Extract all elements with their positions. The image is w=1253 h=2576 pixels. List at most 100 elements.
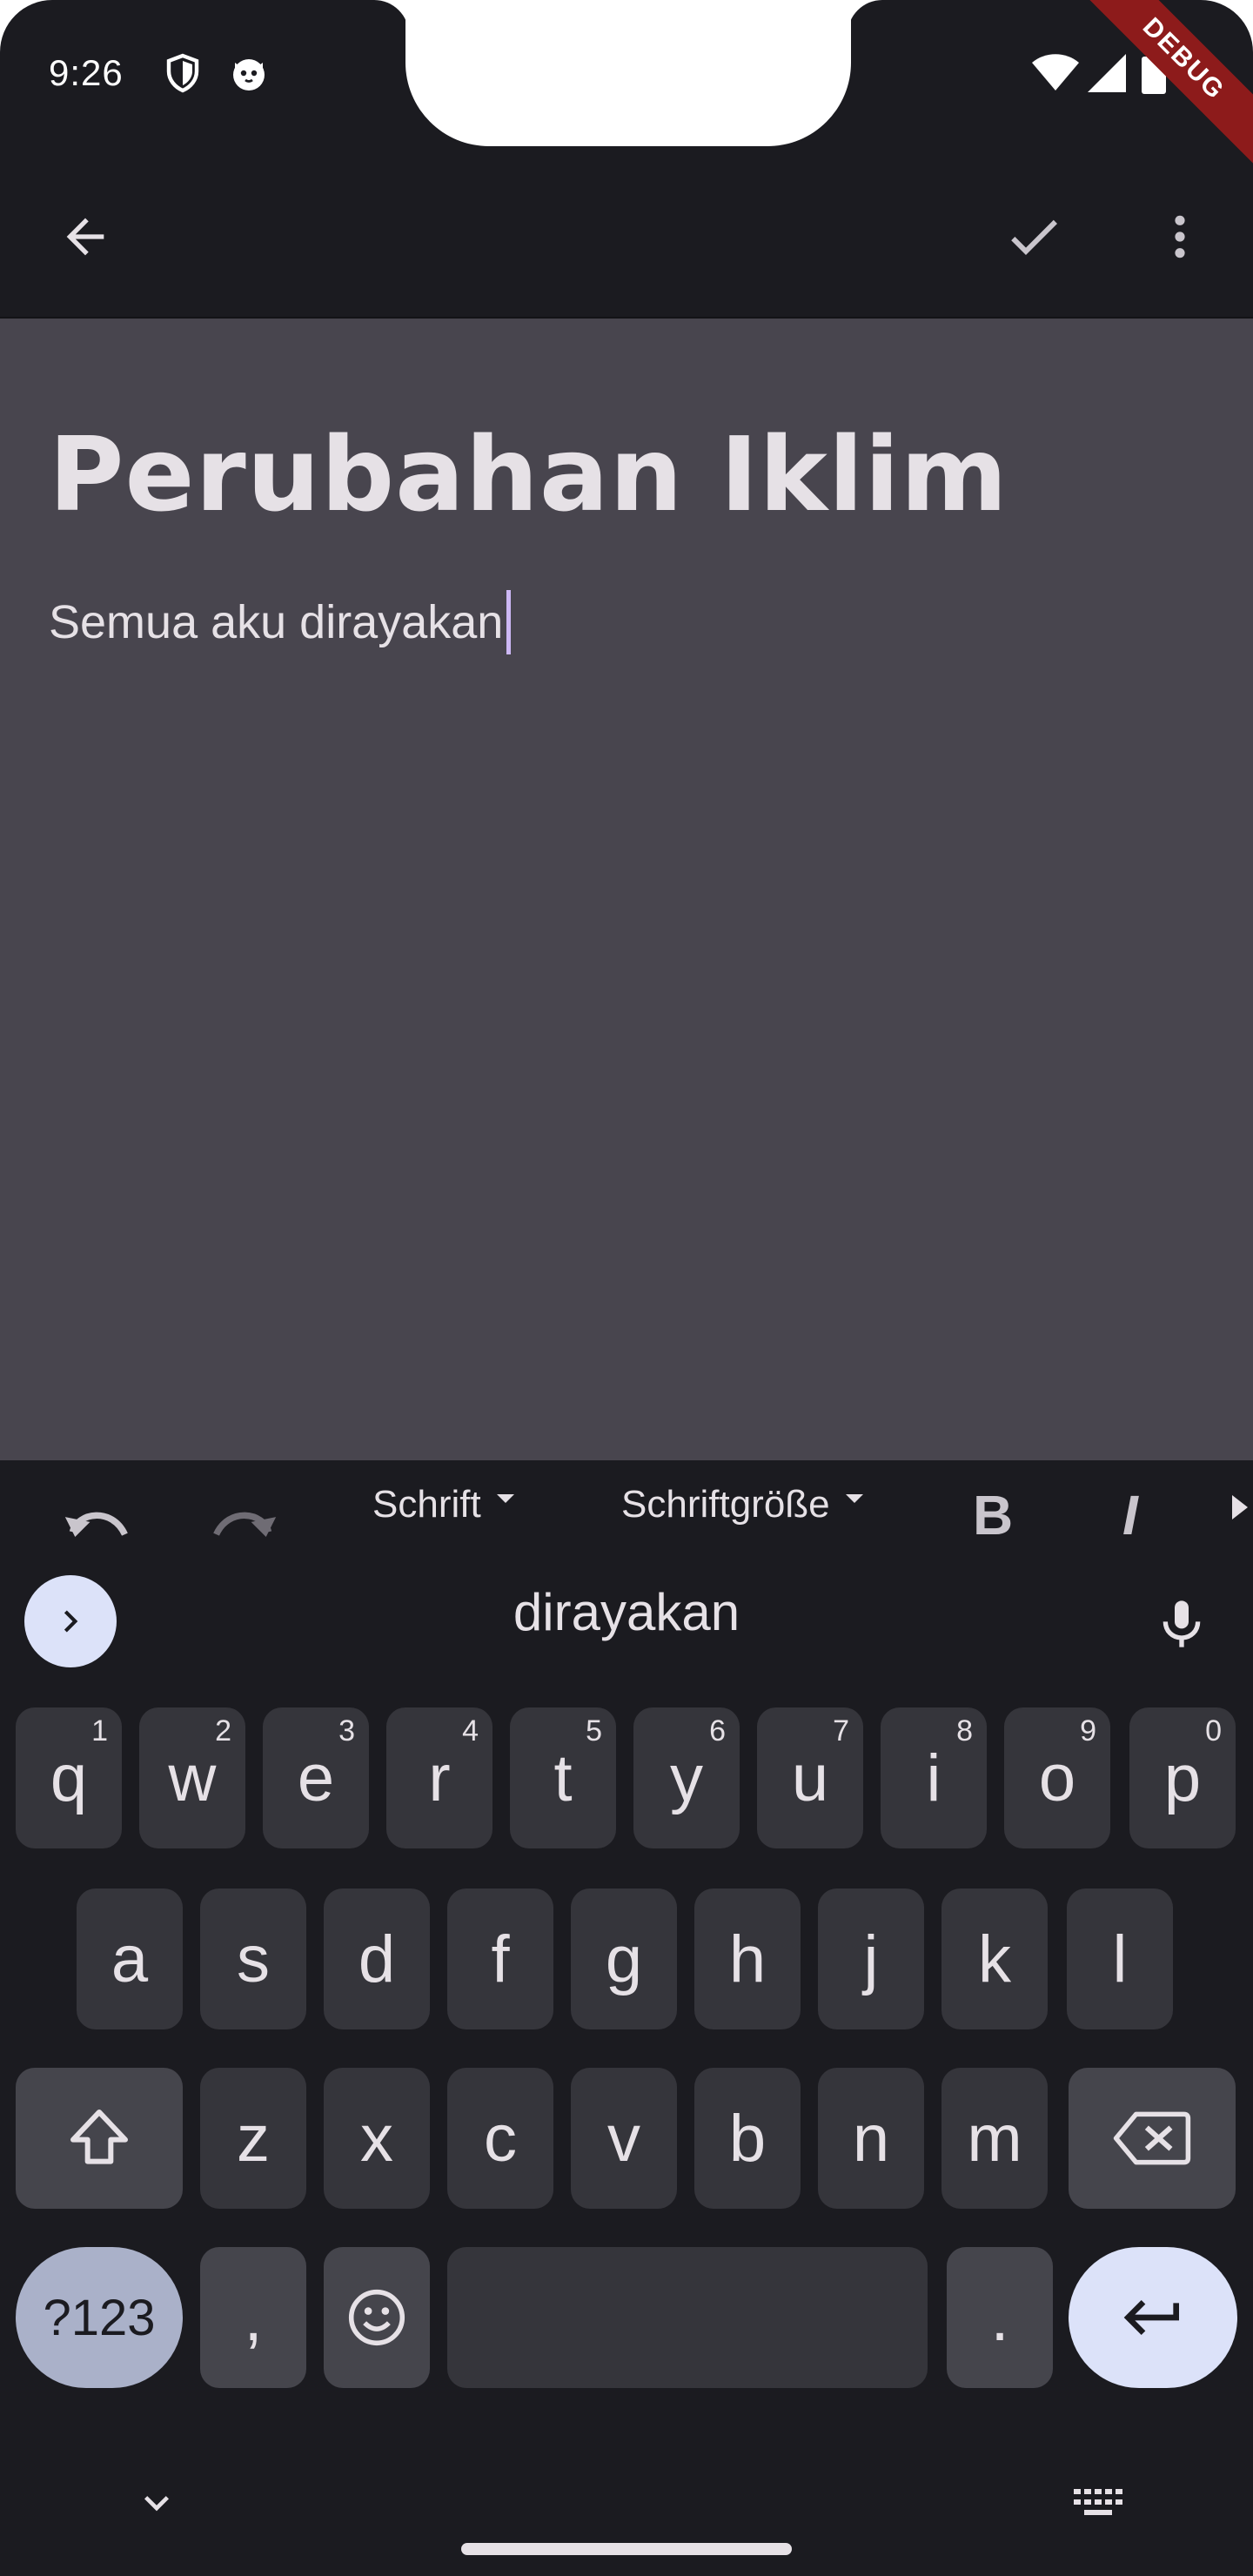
key-m[interactable]: m xyxy=(941,2068,1048,2209)
status-time: 9:26 xyxy=(49,52,124,93)
enter-key[interactable] xyxy=(1069,2247,1237,2388)
period-key[interactable]: . xyxy=(947,2247,1053,2388)
key-label: w xyxy=(168,1741,217,1815)
chevron-right-icon xyxy=(64,1610,78,1633)
key-label: e xyxy=(297,1741,335,1815)
key-hint: 7 xyxy=(833,1714,849,1748)
note-editor[interactable]: Perubahan Iklim Semua aku dirayakan xyxy=(0,319,1253,1460)
key-label: y xyxy=(670,1741,703,1815)
key-o[interactable]: o9 xyxy=(1004,1707,1110,1848)
key-e[interactable]: e3 xyxy=(263,1707,369,1848)
font-size-dropdown[interactable]: Schriftgröße xyxy=(621,1483,863,1526)
dropdown-arrow-icon xyxy=(496,1494,514,1503)
back-button[interactable] xyxy=(40,191,131,282)
notch-edge xyxy=(374,0,409,35)
more-options-button[interactable] xyxy=(1135,191,1225,282)
screen-corner xyxy=(1201,0,1253,52)
key-k[interactable]: k xyxy=(941,1888,1048,2029)
wifi-icon xyxy=(1032,54,1079,91)
text-caret xyxy=(506,590,512,654)
keyboard-nav-bar xyxy=(0,2437,1253,2576)
key-hint: 2 xyxy=(215,1714,231,1748)
toolbar-scroll-right-icon[interactable] xyxy=(1232,1495,1248,1519)
key-c[interactable]: c xyxy=(447,2068,553,2209)
key-y[interactable]: y6 xyxy=(633,1707,740,1848)
key-hint: 6 xyxy=(709,1714,726,1748)
emoji-smile-icon xyxy=(348,2289,405,2346)
bold-button[interactable]: B xyxy=(973,1483,1013,1547)
note-body-field[interactable]: Semua aku dirayakan xyxy=(49,590,512,654)
symbols-key[interactable]: ?123 xyxy=(16,2247,183,2388)
key-hint: 0 xyxy=(1205,1714,1222,1748)
key-b[interactable]: b xyxy=(694,2068,801,2209)
key-label: o xyxy=(1038,1741,1076,1815)
more-vert-icon xyxy=(1175,215,1185,258)
key-x[interactable]: x xyxy=(324,2068,430,2209)
undo-button[interactable] xyxy=(63,1495,132,1544)
key-label: i xyxy=(926,1741,941,1815)
voice-input-button[interactable] xyxy=(1140,1582,1223,1666)
backspace-key[interactable] xyxy=(1069,2068,1236,2209)
font-size-dropdown-label: Schriftgröße xyxy=(621,1483,830,1526)
space-key[interactable] xyxy=(447,2247,928,2388)
switch-keyboard-button[interactable] xyxy=(1070,2477,1126,2529)
key-hint: 8 xyxy=(956,1714,973,1748)
keyboard-tools-toggle[interactable] xyxy=(24,1575,117,1667)
font-dropdown-label: Schrift xyxy=(372,1483,481,1526)
note-body-text: Semua aku dirayakan xyxy=(49,596,504,648)
redo-icon xyxy=(213,1512,277,1537)
font-dropdown[interactable]: Schrift xyxy=(372,1483,514,1526)
key-u[interactable]: u7 xyxy=(757,1707,863,1848)
note-title[interactable]: Perubahan Iklim xyxy=(49,414,1008,534)
key-i[interactable]: i8 xyxy=(881,1707,987,1848)
shift-key[interactable] xyxy=(16,2068,183,2209)
key-label: q xyxy=(50,1741,88,1815)
key-label: r xyxy=(428,1741,451,1815)
key-a[interactable]: a xyxy=(77,1888,183,2029)
key-hint: 5 xyxy=(586,1714,602,1748)
key-q[interactable]: q1 xyxy=(16,1707,122,1848)
key-l[interactable]: l xyxy=(1067,1888,1173,2029)
app-bar xyxy=(0,157,1253,319)
check-icon xyxy=(1011,219,1057,255)
key-z[interactable]: z xyxy=(200,2068,306,2209)
key-r[interactable]: r4 xyxy=(386,1707,492,1848)
shift-arrow-icon xyxy=(70,2110,128,2164)
key-hint: 3 xyxy=(338,1714,355,1748)
key-n[interactable]: n xyxy=(818,2068,924,2209)
shield-icon xyxy=(166,53,199,93)
cell-signal-icon xyxy=(1088,54,1126,92)
key-hint: 4 xyxy=(462,1714,479,1748)
arrow-back-icon xyxy=(66,218,104,256)
key-t[interactable]: t5 xyxy=(510,1707,616,1848)
word-suggestion[interactable]: dirayakan xyxy=(400,1582,853,1642)
dropdown-arrow-icon xyxy=(845,1494,863,1503)
key-v[interactable]: v xyxy=(571,2068,677,2209)
key-h[interactable]: h xyxy=(694,1888,801,2029)
redo-button[interactable] xyxy=(209,1495,278,1544)
key-j[interactable]: j xyxy=(818,1888,924,2029)
keyboard-icon xyxy=(1074,2489,1122,2515)
home-indicator[interactable] xyxy=(461,2543,792,2555)
on-screen-keyboard: dirayakan q1 w2 e3 r4 t5 y6 u7 i8 o9 p0 … xyxy=(0,1558,1253,2576)
key-g[interactable]: g xyxy=(571,1888,677,2029)
key-f[interactable]: f xyxy=(447,1888,553,2029)
key-s[interactable]: s xyxy=(200,1888,306,2029)
key-label: u xyxy=(791,1741,829,1815)
screen-corner xyxy=(0,0,52,52)
microphone-icon xyxy=(1163,1600,1201,1647)
key-label: p xyxy=(1163,1741,1202,1815)
key-w[interactable]: w2 xyxy=(139,1707,245,1848)
key-d[interactable]: d xyxy=(324,1888,430,2029)
comma-key[interactable]: , xyxy=(200,2247,306,2388)
key-hint: 9 xyxy=(1080,1714,1096,1748)
key-p[interactable]: p0 xyxy=(1129,1707,1236,1848)
key-hint: 1 xyxy=(91,1714,108,1748)
status-bar: 9:26 DEBUG xyxy=(0,0,1253,175)
hide-keyboard-button[interactable] xyxy=(131,2477,183,2529)
notch-edge xyxy=(848,0,882,35)
save-check-button[interactable] xyxy=(988,191,1079,282)
italic-button[interactable]: I xyxy=(1122,1483,1138,1547)
format-toolbar: Schrift Schriftgröße B I xyxy=(0,1460,1253,1558)
emoji-key[interactable] xyxy=(324,2247,430,2388)
